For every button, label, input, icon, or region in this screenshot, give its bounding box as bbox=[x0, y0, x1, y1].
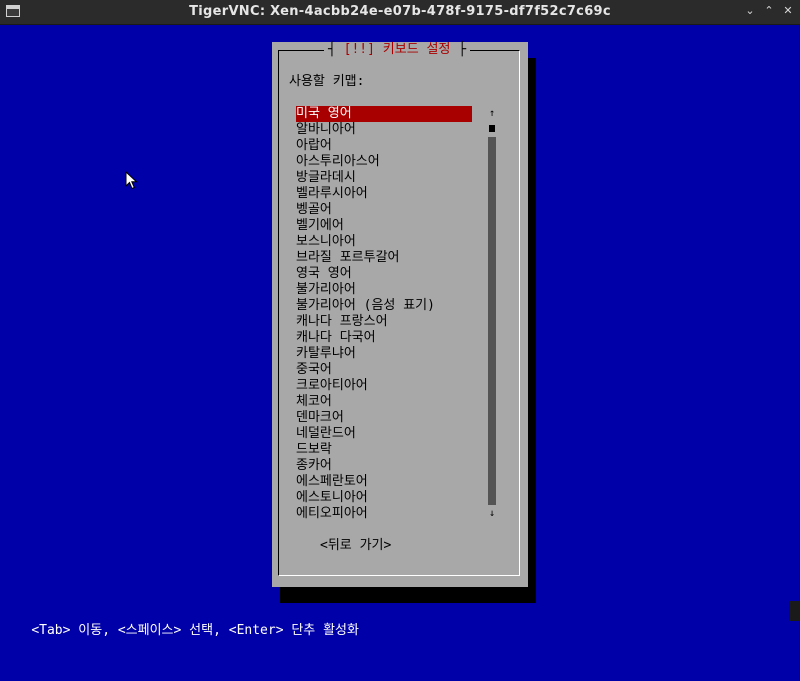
list-item[interactable]: 캐나다 다국어 bbox=[296, 330, 472, 346]
list-item[interactable]: 아랍어 bbox=[296, 138, 472, 154]
keymap-list[interactable]: 미국 영어 알바니아어 아랍어 아스투리아스어 방글라데시 벨라루시아어 벵골어 벨기에어 보스… bbox=[296, 106, 472, 522]
list-item[interactable]: 네덜란드어 bbox=[296, 426, 472, 442]
list-item[interactable]: 에티오피아어 bbox=[296, 506, 472, 522]
keymap-prompt: 사용할 키맵: bbox=[289, 74, 365, 89]
dialog-title-bracket-left: ┤ bbox=[328, 42, 344, 57]
scroll-up-icon[interactable]: ↑ bbox=[488, 108, 496, 120]
list-item[interactable]: 에스페란토어 bbox=[296, 474, 472, 490]
list-item[interactable]: 영국 영어 bbox=[296, 266, 472, 282]
list-item[interactable]: 불가리아어 (음성 표기) bbox=[296, 298, 472, 314]
dialog-title-text: [!!] 키보드 설정 bbox=[343, 42, 451, 57]
list-item[interactable]: 브라질 포르투갈어 bbox=[296, 250, 472, 266]
dialog-title-bracket-right: ├ bbox=[450, 42, 467, 57]
list-item[interactable]: 드보락 bbox=[296, 442, 472, 458]
help-text: <Tab> 이동, <스페이스> 선택, <Enter> 단추 활성화 bbox=[31, 623, 359, 638]
list-item[interactable]: 에스토니아어 bbox=[296, 490, 472, 506]
vnc-window: TigerVNC: Xen-4acbb24e-e07b-478f-9175-df… bbox=[0, 0, 800, 638]
list-item[interactable]: 덴마크어 bbox=[296, 410, 472, 426]
list-item[interactable]: 보스니아어 bbox=[296, 234, 472, 250]
keyboard-config-dialog: ┤ [!!] 키보드 설정 ├ 사용할 키맵: 미국 영어 알바니아어 아랍어 아스투… bbox=[272, 42, 528, 587]
list-item[interactable]: 크로아티아어 bbox=[296, 378, 472, 394]
mouse-pointer-icon bbox=[125, 171, 138, 190]
list-item[interactable]: 알바니아어 bbox=[296, 122, 472, 138]
list-item[interactable]: 벨기에어 bbox=[296, 218, 472, 234]
scroll-thumb[interactable] bbox=[489, 125, 495, 132]
back-button[interactable]: <뒤로 가기> bbox=[320, 538, 391, 554]
list-item[interactable]: 카탈루냐어 bbox=[296, 346, 472, 362]
help-statusbar: <Tab> 이동, <스페이스> 선택, <Enter> 단추 활성화 bbox=[0, 601, 800, 638]
list-item[interactable]: 체코어 bbox=[296, 394, 472, 410]
scroll-track[interactable] bbox=[488, 137, 496, 505]
list-item[interactable]: 중국어 bbox=[296, 362, 472, 378]
window-title: TigerVNC: Xen-4acbb24e-e07b-478f-9175-df… bbox=[189, 4, 611, 19]
list-item[interactable]: 아스투리아스어 bbox=[296, 154, 472, 170]
dialog-title: ┤ [!!] 키보드 설정 ├ bbox=[324, 42, 471, 58]
list-item[interactable]: 캐나다 프랑스어 bbox=[296, 314, 472, 330]
list-item[interactable]: 벨라루시아어 bbox=[296, 186, 472, 202]
list-item[interactable]: 종카어 bbox=[296, 458, 472, 474]
minimize-icon[interactable]: ⌄ bbox=[742, 3, 758, 19]
list-item[interactable]: 벵골어 bbox=[296, 202, 472, 218]
list-scrollbar[interactable]: ↑ ↓ bbox=[488, 108, 496, 520]
scroll-down-icon[interactable]: ↓ bbox=[488, 508, 496, 520]
close-icon[interactable]: ✕ bbox=[780, 3, 796, 19]
list-item[interactable]: 방글라데시 bbox=[296, 170, 472, 186]
maximize-icon[interactable]: ⌃ bbox=[761, 3, 777, 19]
viewer-scroll-corner bbox=[790, 601, 800, 621]
list-item[interactable]: 불가리아어 bbox=[296, 282, 472, 298]
list-item-selected[interactable]: 미국 영어 bbox=[296, 106, 472, 122]
window-titlebar[interactable]: TigerVNC: Xen-4acbb24e-e07b-478f-9175-df… bbox=[0, 0, 800, 25]
